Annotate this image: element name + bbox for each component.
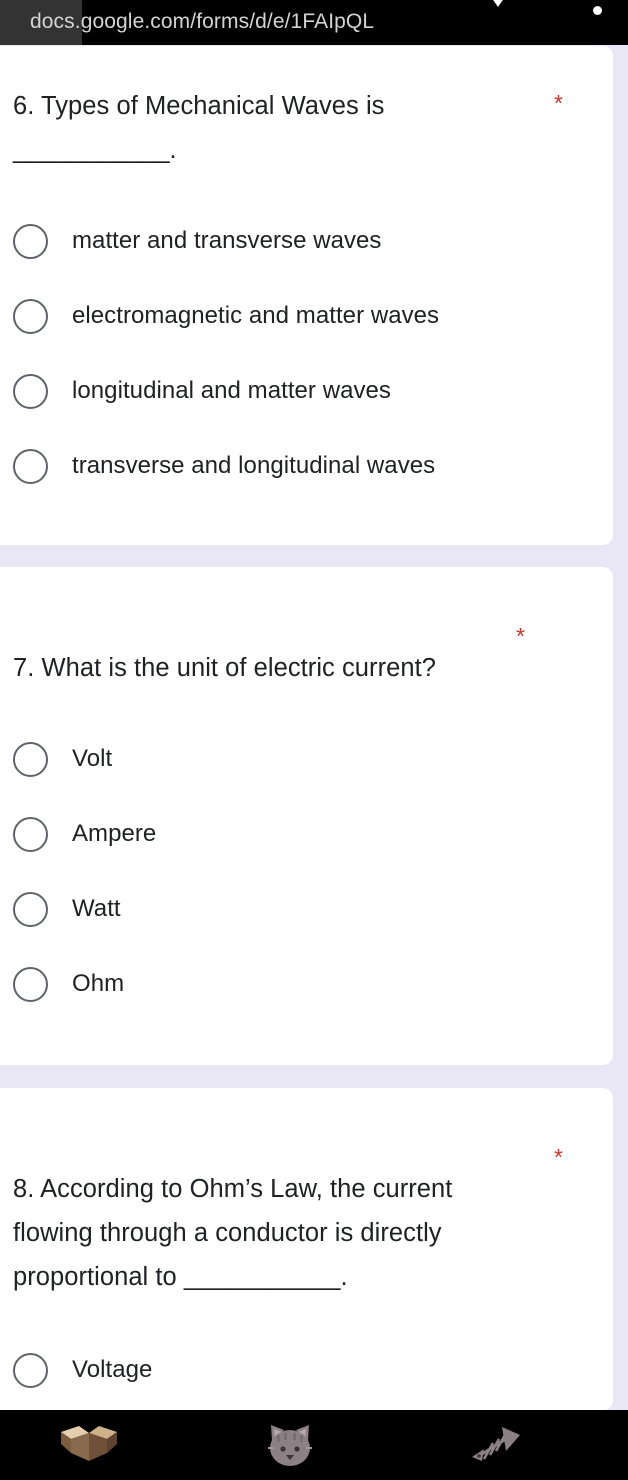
nav-home-button[interactable]	[230, 1410, 350, 1480]
option-row-7-1[interactable]: Volt	[13, 739, 112, 779]
open-box-icon	[61, 1426, 117, 1461]
option-label-7-2: Ampere	[72, 820, 157, 847]
system-navigation-bar	[0, 1410, 628, 1480]
option-label-6-4: transverse and longitudinal waves	[72, 452, 436, 479]
required-asterisk-6: *	[554, 90, 563, 116]
required-asterisk-8: *	[554, 1144, 563, 1170]
option-row-6-4[interactable]: transverse and longitudinal waves	[13, 446, 435, 486]
option-row-8-1[interactable]: Voltage	[13, 1350, 152, 1390]
required-asterisk-7: *	[516, 623, 525, 649]
question-title-7-line1: 7. What is the unit of electric current?	[13, 654, 436, 682]
option-row-6-2[interactable]: electromagnetic and matter waves	[13, 296, 439, 336]
question-title-6-line1: 6. Types of Mechanical Waves is	[13, 92, 385, 120]
option-row-6-3[interactable]: longitudinal and matter waves	[13, 371, 391, 411]
question-card-7: * 7. What is the unit of electric curren…	[0, 567, 613, 1065]
option-label-7-1: Volt	[72, 745, 113, 772]
question-title-6-line2: ___________.	[13, 136, 177, 164]
question-card-8: * 8. According to Ohm’s Law, the current…	[0, 1088, 613, 1410]
url-text[interactable]: docs.google.com/forms/d/e/1FAIpQL	[30, 5, 460, 39]
cat-face-icon	[268, 1425, 312, 1466]
option-row-7-4[interactable]: Ohm	[13, 964, 124, 1004]
phone-screen: docs.google.com/forms/d/e/1FAIpQL * 6. T…	[0, 0, 628, 1480]
option-label-8-1: Voltage	[72, 1356, 153, 1383]
option-row-6-1[interactable]: matter and transverse waves	[13, 221, 381, 261]
question-title-8-line1: 8. According to Ohm’s Law, the current	[13, 1175, 453, 1203]
option-label-6-2: electromagnetic and matter waves	[72, 302, 440, 329]
radio-button-7-1[interactable]	[13, 741, 48, 777]
radio-button-6-1[interactable]	[13, 223, 48, 259]
fish-bone-icon	[472, 1427, 520, 1461]
browser-url-bar[interactable]: docs.google.com/forms/d/e/1FAIpQL	[0, 0, 628, 45]
nav-back-button[interactable]	[29, 1410, 149, 1480]
option-label-7-4: Ohm	[72, 970, 125, 997]
option-row-7-2[interactable]: Ampere	[13, 814, 156, 854]
radio-button-6-4[interactable]	[13, 448, 48, 484]
radio-button-6-3[interactable]	[13, 373, 48, 409]
option-row-7-3[interactable]: Watt	[13, 889, 121, 929]
question-card-6: * 6. Types of Mechanical Waves is ______…	[0, 46, 613, 545]
question-title-8-line2: flowing through a conductor is directly	[13, 1219, 442, 1247]
record-dot-icon[interactable]	[593, 6, 602, 15]
option-label-6-1: matter and transverse waves	[72, 227, 382, 254]
radio-button-7-4[interactable]	[13, 966, 48, 1002]
option-label-7-3: Watt	[72, 895, 121, 922]
option-label-6-3: longitudinal and matter waves	[72, 377, 391, 404]
nav-recents-button[interactable]	[435, 1410, 555, 1480]
radio-button-7-2[interactable]	[13, 816, 48, 852]
question-title-8-line3: proportional to ___________.	[13, 1263, 348, 1291]
radio-button-8-1[interactable]	[13, 1352, 48, 1388]
radio-button-7-3[interactable]	[13, 891, 48, 927]
radio-button-6-2[interactable]	[13, 298, 48, 334]
chevron-down-icon[interactable]	[487, 0, 509, 14]
